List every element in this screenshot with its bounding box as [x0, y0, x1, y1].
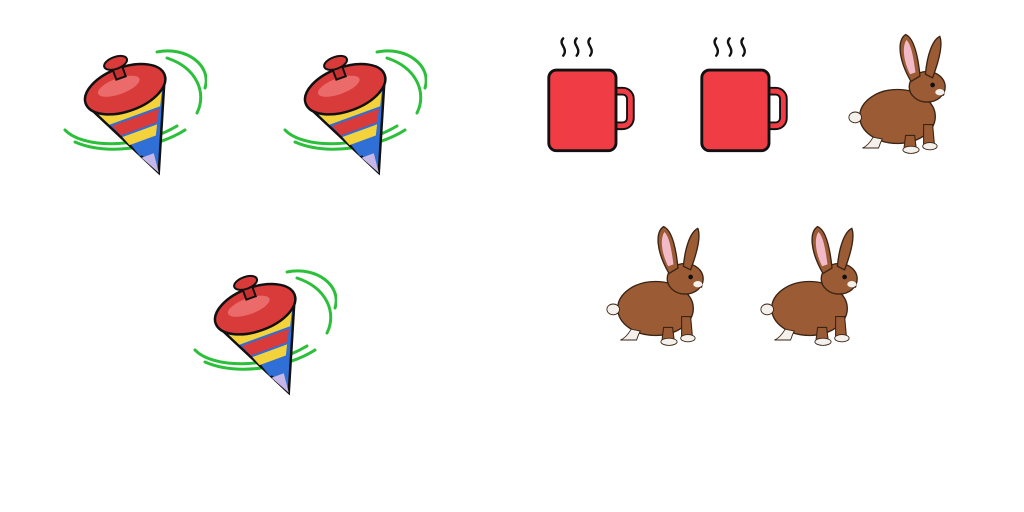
hot-mug-icon [544, 32, 640, 160]
spinning-top-icon [262, 38, 432, 188]
hot-mug-icon [697, 32, 793, 160]
spinning-top-icon [172, 258, 342, 408]
left-panel [0, 0, 512, 512]
rabbit-icon [606, 220, 714, 352]
spinning-top-icon [42, 38, 212, 188]
rabbit-icon [848, 28, 956, 160]
rabbit-icon [760, 220, 868, 352]
right-panel [512, 0, 1024, 512]
